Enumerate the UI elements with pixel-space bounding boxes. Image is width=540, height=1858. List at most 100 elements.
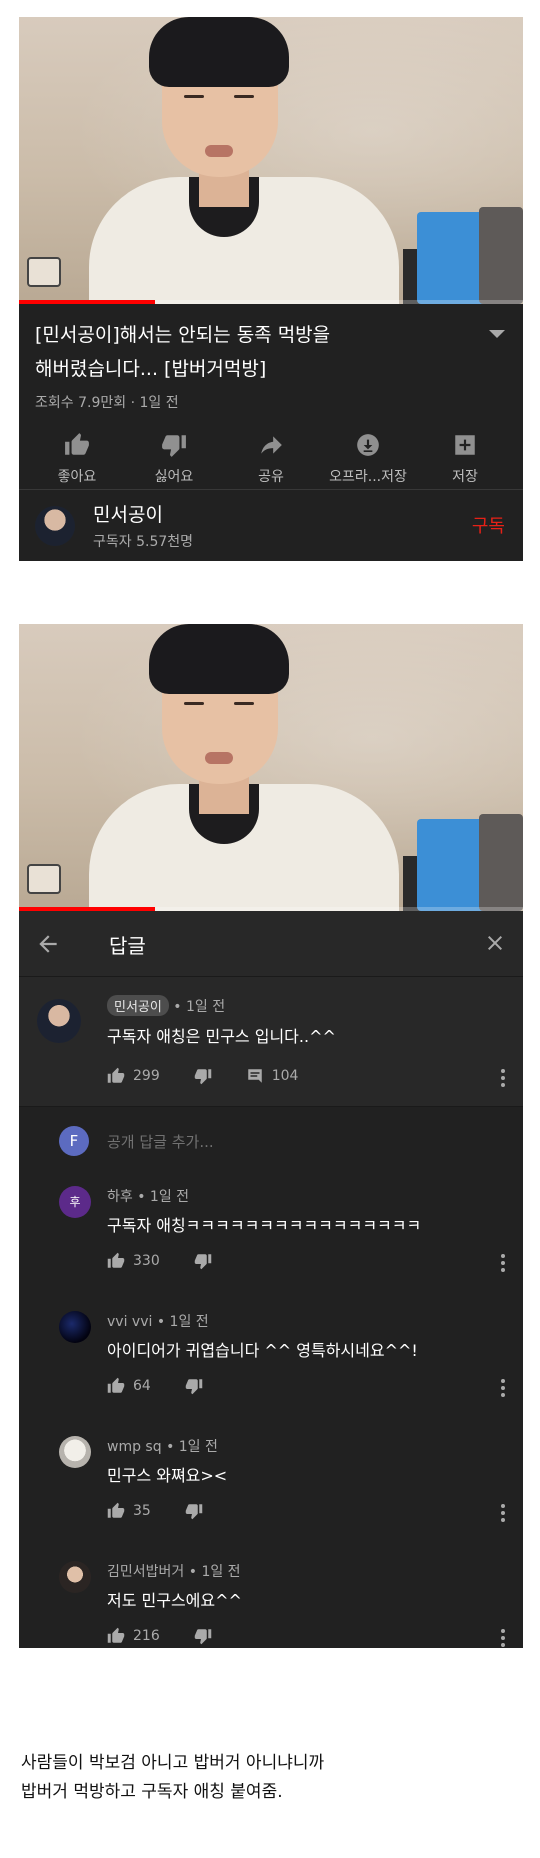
channel-row[interactable]: 민서공이 구독자 5.57천명 구독 [19, 489, 523, 561]
comment-header: 김민서밥버거 • 1일 전 [107, 1561, 241, 1581]
video-title-line1: [민서공이]해서는 안되는 동족 먹방을 [35, 324, 331, 346]
reply-item: wmp sq • 1일 전 민구스 와쪄요>< 35 [19, 1422, 523, 1547]
replies-header: 답글 [19, 911, 523, 976]
comment-text: 저도 민구스에요^^ [107, 1591, 242, 1610]
video-info: [민서공이]해서는 안되는 동족 먹방을 해버렸습니다... [밥버거먹방] 조… [19, 304, 523, 412]
replies-title: 답글 [109, 934, 146, 958]
chevron-down-icon[interactable] [489, 330, 505, 338]
thumb-up-icon[interactable] [107, 1252, 125, 1270]
video-frame-outlet [27, 257, 61, 287]
video-player[interactable] [19, 17, 523, 304]
comment-time: • 1일 전 [188, 1564, 241, 1580]
reply-item: vvi vvi • 1일 전 아이디어가 귀엽습니다 ^^ 영특하시네요^^! … [19, 1297, 523, 1422]
thumb-down-icon[interactable] [185, 1377, 203, 1395]
thumb-up-icon[interactable] [107, 1377, 125, 1395]
download-button[interactable]: 오프라...저장 [324, 432, 412, 486]
avatar[interactable] [59, 1436, 91, 1468]
video-frame-towel-grey [479, 207, 523, 304]
download-icon [357, 434, 379, 456]
like-button[interactable]: 좋아요 [33, 432, 121, 486]
avatar[interactable] [59, 1561, 91, 1593]
thumb-up-icon[interactable] [107, 1067, 125, 1085]
download-label: 오프라...저장 [329, 469, 407, 485]
like-label: 좋아요 [57, 469, 97, 485]
thumb-down-icon[interactable] [194, 1067, 212, 1085]
comment-text: 민구스 와쪄요>< [107, 1466, 228, 1485]
more-vert-icon[interactable] [501, 1254, 505, 1272]
reply-count: 104 [271, 1068, 299, 1084]
like-count: 35 [133, 1503, 151, 1519]
add-reply-row[interactable]: F 공개 답글 추가... [19, 1106, 523, 1172]
thumb-up-icon[interactable] [107, 1502, 125, 1520]
comment-author-chip[interactable]: 민서공이 [107, 995, 169, 1016]
avatar[interactable] [59, 1311, 91, 1343]
thumb-down-icon[interactable] [194, 1252, 212, 1270]
video-player[interactable] [19, 624, 523, 911]
comment-time: • 1일 전 [173, 999, 226, 1015]
caption-line2: 밥버거 먹방하고 구독자 애칭 붙여줌. [21, 1782, 283, 1802]
add-reply-input[interactable]: 공개 답글 추가... [107, 1131, 214, 1152]
comment-header: 하후 • 1일 전 [107, 1186, 189, 1206]
dislike-button[interactable]: 싫어요 [130, 432, 218, 486]
video-frame-eye [184, 95, 204, 98]
comment-actions: 64 [107, 1377, 203, 1395]
comment-author[interactable]: vvi vvi [107, 1314, 152, 1330]
video-frame-eye [184, 702, 204, 705]
comment-text: 구독자 애칭은 민구스 입니다..^^ [107, 1027, 336, 1046]
channel-avatar[interactable] [35, 505, 75, 546]
save-button[interactable]: 저장 [421, 432, 509, 486]
comment-time: • 1일 전 [166, 1439, 218, 1455]
dislike-label: 싫어요 [154, 469, 194, 485]
more-vert-icon[interactable] [501, 1629, 505, 1647]
arrow-left-icon[interactable] [35, 931, 61, 957]
like-count: 64 [133, 1378, 151, 1394]
video-frame-towel-blue [417, 819, 487, 911]
more-vert-icon[interactable] [501, 1504, 505, 1522]
avatar[interactable]: 후 [59, 1186, 91, 1218]
video-watch-screenshot: [민서공이]해서는 안되는 동족 먹방을 해버렸습니다... [밥버거먹방] 조… [19, 17, 523, 561]
video-frame-towel-blue [417, 212, 487, 304]
share-label: 공유 [258, 469, 284, 485]
more-vert-icon[interactable] [501, 1069, 505, 1087]
like-count: 330 [133, 1253, 160, 1269]
save-label: 저장 [452, 469, 478, 485]
comment-text: 아이디어가 귀엽습니다 ^^ 영특하시네요^^! [107, 1341, 418, 1360]
video-frame-mouth [205, 145, 233, 157]
like-count: 299 [133, 1068, 160, 1084]
video-frame-hair [149, 17, 289, 87]
comment-actions: 299 104 [107, 1067, 298, 1085]
close-icon[interactable] [483, 931, 507, 955]
comment-header: wmp sq • 1일 전 [107, 1436, 218, 1456]
more-vert-icon[interactable] [501, 1379, 505, 1397]
video-frame-eye [234, 95, 254, 98]
video-frame-mouth [205, 752, 233, 764]
thumb-up-icon[interactable] [107, 1627, 125, 1645]
comment-icon[interactable] [246, 1067, 264, 1085]
comment-actions: 216 [107, 1627, 212, 1645]
comment-header: vvi vvi • 1일 전 [107, 1311, 209, 1331]
comment-time: • 1일 전 [137, 1189, 190, 1205]
comment-header: 민서공이 • 1일 전 [107, 995, 225, 1016]
video-frame-towel-grey [479, 814, 523, 911]
post-caption: 사람들이 박보검 아니고 밥버거 아니냐니까 밥버거 먹방하고 구독자 애칭 붙… [21, 1749, 324, 1807]
channel-text: 민서공이 구독자 5.57천명 [93, 500, 193, 551]
share-button[interactable]: 공유 [227, 432, 315, 486]
comment-actions: 35 [107, 1502, 203, 1520]
video-title[interactable]: [민서공이]해서는 안되는 동족 먹방을 해버렸습니다... [밥버거먹방] [35, 318, 465, 386]
avatar: F [59, 1126, 89, 1156]
video-frame-eye [234, 702, 254, 705]
comment-author[interactable]: 하후 [107, 1189, 133, 1205]
thumb-down-icon[interactable] [194, 1627, 212, 1645]
comment-text: 구독자 애칭ㅋㅋㅋㅋㅋㅋㅋㅋㅋㅋㅋㅋㅋㅋㅋㅋ [107, 1216, 422, 1235]
comment-author[interactable]: 김민서밥버거 [107, 1564, 184, 1580]
channel-name[interactable]: 민서공이 [93, 500, 193, 527]
subscribe-button[interactable]: 구독 [472, 512, 505, 538]
replies-screenshot: 답글 민서공이 • 1일 전 구독자 애칭은 민구스 입니다..^^ 299 1… [19, 624, 523, 1648]
video-action-bar: 좋아요 싫어요 공유 오프라...저장 저장 [19, 412, 523, 486]
caption-line1: 사람들이 박보검 아니고 밥버거 아니냐니까 [21, 1753, 325, 1773]
reply-item: 후 하후 • 1일 전 구독자 애칭ㅋㅋㅋㅋㅋㅋㅋㅋㅋㅋㅋㅋㅋㅋㅋㅋ 330 [19, 1172, 523, 1297]
comment-time: • 1일 전 [156, 1314, 209, 1330]
avatar[interactable] [37, 999, 81, 1043]
comment-author[interactable]: wmp sq [107, 1439, 162, 1455]
thumb-down-icon[interactable] [185, 1502, 203, 1520]
